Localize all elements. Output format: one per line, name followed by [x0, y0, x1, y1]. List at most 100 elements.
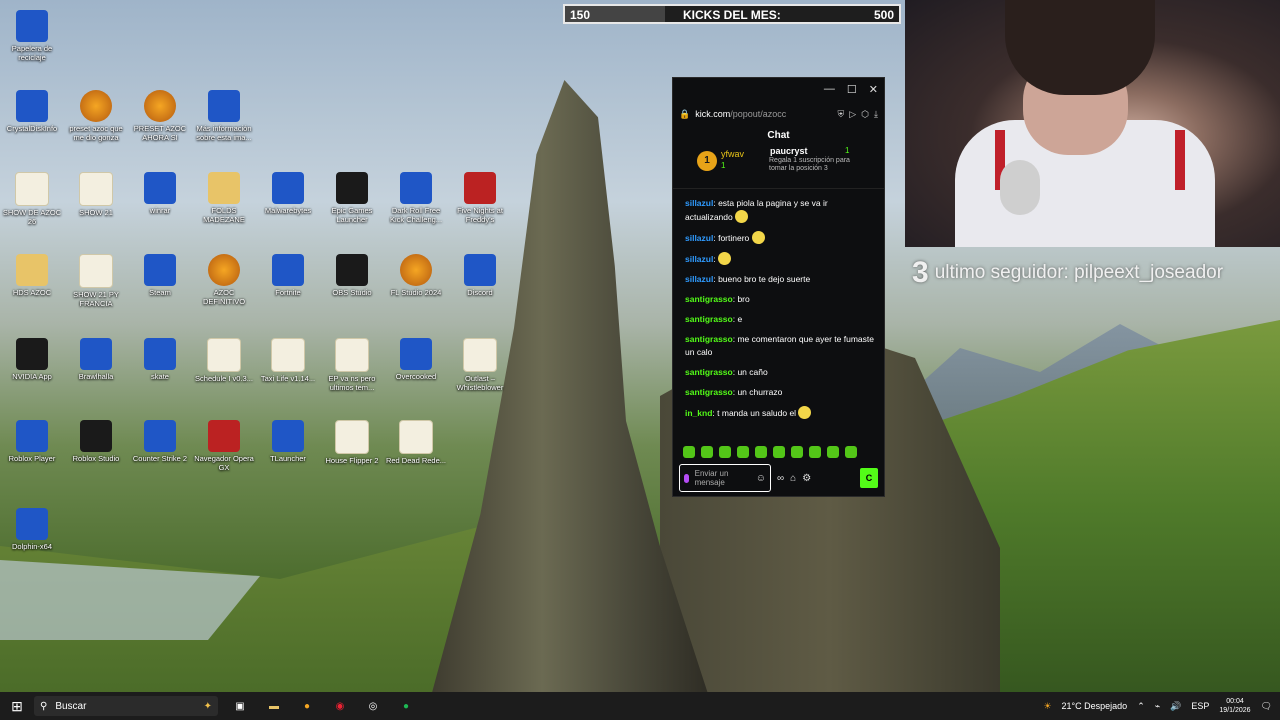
desktop-icon[interactable]: FL Studio 2024 [384, 254, 448, 297]
chat-username[interactable]: in_knd [685, 408, 712, 418]
dolphin-icon [16, 508, 48, 540]
address-bar[interactable]: 🔒 kick.com/popout/azocc ⛨ ▷ ⬡ ⤓ [673, 100, 884, 128]
mic-icon [684, 473, 689, 483]
maximize-icon[interactable]: ☐ [847, 83, 857, 96]
chat-username[interactable]: sillazul [685, 254, 713, 264]
emote-icon[interactable] [755, 446, 767, 458]
minimize-icon[interactable]: — [824, 83, 835, 95]
desktop-icon[interactable]: Counter Strike 2 [128, 420, 192, 463]
desktop-icon[interactable]: preset azoc que me dio gonza [64, 90, 128, 142]
file-explorer-icon[interactable]: ▬ [262, 692, 286, 720]
chat-username[interactable]: santigrasso [685, 294, 733, 304]
desktop-icon[interactable]: Outlast – Whistleblower [448, 338, 512, 392]
desktop-icon[interactable]: Epic Games Launcher [320, 172, 384, 224]
connect-icon[interactable]: ∞ [777, 473, 784, 484]
notifications-icon[interactable]: 🗨 [1261, 701, 1272, 712]
desktop-icon[interactable]: Discord [448, 254, 512, 297]
desktop-icon-label: winrar [149, 206, 171, 215]
emote-icon[interactable] [809, 446, 821, 458]
fl-studio-taskbar-icon[interactable]: ● [295, 692, 319, 720]
desktop-icon[interactable]: SHOW 21 PY FRANCIA [64, 254, 128, 308]
emote-icon[interactable] [827, 446, 839, 458]
desktop-icon[interactable]: Dolphin-x64 [0, 508, 64, 551]
desktop-icon[interactable]: Dark Roll Free Kick Challeng... [384, 172, 448, 224]
desktop-icon[interactable]: Papelera de reciclaje [0, 10, 64, 62]
desktop-icon[interactable]: Steam [128, 254, 192, 297]
desktop-icon[interactable]: Roblox Studio [64, 420, 128, 463]
chat-username[interactable]: santigrasso [685, 387, 733, 397]
extension-icon[interactable]: ⬡ [861, 109, 869, 120]
network-icon[interactable]: ⌁ [1155, 701, 1160, 712]
desktop-icon[interactable]: Schedule I v0.3... [192, 338, 256, 383]
desktop-icon[interactable]: House Flipper 2 [320, 420, 384, 465]
chat-username[interactable]: sillazul [685, 233, 713, 243]
desktop-icon[interactable]: FOLDS MADEZANE [192, 172, 256, 224]
weather-text[interactable]: 21°C Despejado [1062, 701, 1128, 711]
task-view-icon[interactable]: ▣ [228, 692, 252, 720]
chat-message-input[interactable]: Enviar un mensaje ☺ [679, 464, 771, 492]
desktop-icon[interactable]: Overcooked [384, 338, 448, 381]
chevron-up-icon[interactable]: ⌃ [1137, 701, 1145, 712]
desktop-icon[interactable]: Más información sobre esta ima... [192, 90, 256, 142]
opera-gx-taskbar-icon[interactable]: ◉ [328, 692, 352, 720]
volume-icon[interactable]: 🔊 [1170, 701, 1181, 712]
windows-start-icon[interactable]: ⊞ [6, 692, 28, 720]
chat-username[interactable]: santigrasso [685, 334, 733, 344]
desktop-icon[interactable]: Navegador Opera GX [192, 420, 256, 472]
emote-icon[interactable] [719, 446, 731, 458]
emote-icon[interactable] [791, 446, 803, 458]
desktop-icon[interactable]: NVIDIA App [0, 338, 64, 381]
desktop-icon[interactable]: EP va ns pero ultimos tem... [320, 338, 384, 392]
desktop-icon[interactable]: HDS AZOC [0, 254, 64, 297]
desktop-icon[interactable]: SHOW 21 [64, 172, 128, 217]
spotify-taskbar-icon[interactable]: ● [394, 692, 418, 720]
steam-icon [144, 254, 176, 286]
kicks-start: 150 [570, 8, 591, 22]
chat-username[interactable]: santigrasso [685, 367, 733, 377]
desktop-icon[interactable]: Fortnite [256, 254, 320, 297]
fl-studio-icon [400, 254, 432, 286]
file-icon [399, 420, 433, 454]
chat-username[interactable]: sillazul [685, 198, 713, 208]
desktop-icon[interactable]: Red Dead Rede... [384, 420, 448, 465]
desktop-icon[interactable]: PRESET AZOC AHORA SI [128, 90, 192, 142]
desktop-icon[interactable]: Roblox Player [0, 420, 64, 463]
desktop-icon[interactable]: Malwarebytes [256, 172, 320, 215]
desktop-icon[interactable]: Taxi Life v1.14... [256, 338, 320, 383]
desktop-icon[interactable]: winrar [128, 172, 192, 215]
send-button[interactable]: C [860, 468, 878, 488]
sub-user-2[interactable]: paucryst [770, 146, 808, 156]
close-icon[interactable]: ✕ [869, 83, 878, 96]
gift-icon[interactable]: ⌂ [790, 473, 796, 484]
emoji-picker-icon[interactable]: ☺ [756, 473, 766, 484]
shield-icon[interactable]: ⛨ [837, 109, 844, 120]
desktop-icon[interactable]: OBS Studio [320, 254, 384, 297]
desktop-icon-label: SHOW DE AZOC 26 [2, 208, 62, 226]
desktop-icon[interactable]: Five Nights at Freddy's [448, 172, 512, 224]
desktop-icon[interactable]: skate [128, 338, 192, 381]
play-icon[interactable]: ▷ [849, 109, 856, 120]
desktop-icon[interactable]: Brawlhalla [64, 338, 128, 381]
emote-icon[interactable] [773, 446, 785, 458]
download-icon[interactable]: ⤓ [874, 109, 878, 120]
desktop-icon[interactable]: TLauncher [256, 420, 320, 463]
language-indicator[interactable]: ESP [1191, 701, 1209, 711]
chat-username[interactable]: santigrasso [685, 314, 733, 324]
emote-icon[interactable] [845, 446, 857, 458]
emote-icon[interactable] [701, 446, 713, 458]
desktop-icon-label: Dark Roll Free Kick Challeng... [389, 206, 443, 224]
emote-icon[interactable] [683, 446, 695, 458]
obs-taskbar-icon[interactable]: ◎ [361, 692, 385, 720]
chat-message-list[interactable]: sillazul: esta piola la pagina y se va i… [673, 189, 884, 420]
taskbar-search[interactable]: ⚲ Buscar ✦ [34, 696, 218, 716]
clock[interactable]: 00:04 19/1/2026 [1219, 697, 1250, 715]
desktop-icon[interactable]: CrystalDiskInfo [0, 90, 64, 133]
kicks-goal: 500 [873, 8, 894, 22]
chat-username[interactable]: sillazul [685, 274, 713, 284]
emote-icon[interactable] [737, 446, 749, 458]
desktop-icon[interactable]: SHOW DE AZOC 26 [0, 172, 64, 226]
settings-gear-icon[interactable]: ⚙ [802, 473, 811, 484]
desktop-icon[interactable]: AZOC DEFINITIVO [192, 254, 256, 306]
chat-text: un caño [737, 367, 768, 377]
sub-user-1[interactable]: yfwav [721, 149, 744, 159]
